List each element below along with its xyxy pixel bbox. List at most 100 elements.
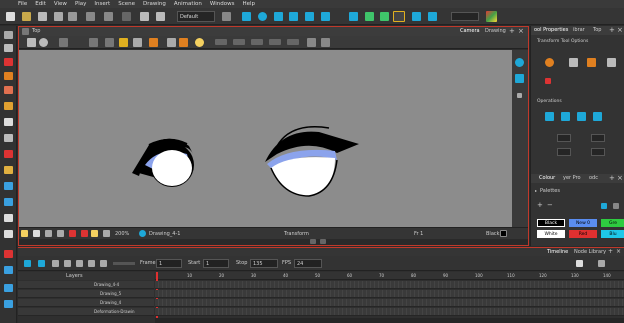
rotate-ccw-icon[interactable]	[593, 112, 602, 121]
dropper-tool-icon[interactable]	[4, 182, 13, 190]
swatch-new0[interactable]: New 0	[569, 219, 597, 227]
stop-field[interactable]: 135	[250, 259, 278, 268]
frame-ruler[interactable]: 10 20 30 40 50 60 70 80 90 100 110 120 1…	[155, 272, 624, 280]
onion-icon[interactable]	[33, 230, 40, 237]
tab-camera[interactable]: Camera	[460, 28, 480, 34]
start-field[interactable]: 1	[203, 259, 229, 268]
light-table-icon[interactable]	[428, 12, 437, 21]
reference-icon[interactable]	[105, 38, 114, 47]
hide-icon[interactable]	[133, 38, 142, 47]
layer-frames[interactable]	[155, 290, 624, 298]
layer-row[interactable]: Deformation-Drawin	[18, 308, 154, 316]
swatch-green[interactable]: Gre	[601, 219, 624, 227]
status-icon-5[interactable]	[69, 230, 76, 237]
menu-insert[interactable]: Insert	[94, 1, 110, 7]
status-icon-8[interactable]	[103, 230, 110, 237]
line-icon[interactable]	[167, 38, 176, 47]
node-tool-icon[interactable]	[380, 12, 389, 21]
layer-row[interactable]: Drawing_4	[18, 299, 154, 307]
redo-icon[interactable]	[104, 12, 113, 21]
eraser-tool-icon[interactable]	[4, 86, 13, 94]
menu-windows[interactable]: Windows	[210, 1, 235, 7]
first-frame-icon[interactable]	[52, 260, 59, 267]
frame-field[interactable]: 1	[156, 259, 182, 268]
rotate-view-icon[interactable]	[4, 250, 13, 258]
swatch-red[interactable]: Red	[569, 230, 597, 238]
close-panel-icon[interactable]: ×	[617, 26, 623, 34]
loop-icon[interactable]	[38, 260, 45, 267]
hierarchy-icon[interactable]	[365, 12, 374, 21]
swatch-black[interactable]: Black	[537, 219, 565, 227]
lock-icon[interactable]	[119, 38, 128, 47]
morph-tool-icon[interactable]	[4, 284, 13, 292]
fps-field[interactable]: 24	[294, 259, 322, 268]
close-timeline-panel-icon[interactable]: ×	[616, 248, 621, 255]
text-tool-icon[interactable]	[4, 118, 13, 126]
menu-animation[interactable]: Animation	[174, 1, 202, 7]
add-colour-icon[interactable]: +	[537, 201, 543, 209]
remove-colour-icon[interactable]: −	[547, 201, 553, 209]
sound-icon[interactable]	[100, 260, 107, 267]
view-menu-icon[interactable]	[22, 28, 29, 35]
pencil-tool-icon[interactable]	[4, 72, 13, 80]
canvas-area[interactable]	[19, 50, 512, 227]
skew-tool-icon[interactable]	[289, 12, 298, 21]
save-icon[interactable]	[38, 12, 47, 21]
colour-picker-icon[interactable]	[601, 203, 607, 209]
flip-h-icon[interactable]	[545, 112, 554, 121]
tab-colour[interactable]: Colour	[539, 175, 555, 181]
settings-icon[interactable]	[39, 38, 48, 47]
menu-edit[interactable]: Edit	[35, 1, 46, 7]
y-field[interactable]	[557, 148, 571, 156]
select-tool-icon[interactable]	[4, 31, 13, 39]
camera-view-icon[interactable]	[515, 58, 524, 67]
timeline-zoom-icon[interactable]	[598, 260, 605, 267]
timeline-menu-icon[interactable]	[576, 260, 583, 267]
shape4-icon[interactable]	[269, 39, 281, 45]
pivot-tool-icon[interactable]	[4, 198, 13, 206]
colour-menu-icon[interactable]	[613, 203, 619, 209]
layer-row[interactable]: Drawing_4-4	[18, 281, 154, 289]
light-icon[interactable]	[21, 230, 28, 237]
shape2-icon[interactable]	[233, 39, 245, 45]
view-scroll-bar[interactable]	[19, 239, 528, 245]
translate-tool-icon[interactable]	[242, 12, 251, 21]
paste-icon[interactable]	[156, 12, 165, 21]
prev-frame-icon[interactable]	[64, 260, 71, 267]
swatch-white[interactable]: White	[537, 230, 565, 238]
pencil-select-icon[interactable]	[607, 58, 616, 67]
new-file-icon[interactable]	[6, 12, 15, 21]
rotate-tool-icon[interactable]	[258, 12, 267, 21]
palettes-toggle[interactable]: ▸	[535, 188, 537, 193]
panel-expand-icon[interactable]	[517, 93, 522, 98]
speed-slider[interactable]	[113, 262, 135, 265]
tab-drawing[interactable]: Drawing	[485, 28, 506, 34]
x-field[interactable]	[557, 134, 571, 142]
export-icon[interactable]	[68, 12, 77, 21]
mesh-icon[interactable]	[89, 38, 98, 47]
freeform-icon[interactable]	[587, 58, 596, 67]
brush-tool-icon[interactable]	[4, 58, 13, 66]
close-colour-panel-icon[interactable]: ×	[617, 174, 623, 182]
snap-option-icon[interactable]	[545, 78, 551, 84]
magnet-icon[interactable]	[321, 38, 330, 47]
cutter-tool-icon[interactable]	[4, 134, 13, 142]
status-icon-6[interactable]	[81, 230, 88, 237]
shape1-icon[interactable]	[215, 39, 227, 45]
inverse-kinematics-icon[interactable]	[349, 12, 358, 21]
tab-library[interactable]: ibrar	[573, 27, 585, 33]
scroll-down-icon[interactable]	[320, 239, 326, 244]
layer-frames[interactable]	[155, 299, 624, 307]
pencil-edit-icon[interactable]	[149, 38, 158, 47]
rect-select-icon[interactable]	[569, 58, 578, 67]
tab-timeline[interactable]: Timeline	[547, 249, 568, 255]
add-layer-icon[interactable]	[27, 38, 36, 47]
menu-help[interactable]: Help	[242, 1, 255, 7]
onion-skin-icon[interactable]	[412, 12, 421, 21]
add-colour-panel-icon[interactable]: +	[609, 174, 615, 182]
brush-edit-icon[interactable]	[179, 38, 188, 47]
perspective-icon[interactable]	[515, 74, 524, 83]
tab-layer-properties[interactable]: yer Pro	[563, 175, 581, 181]
menu-file[interactable]: File	[18, 1, 27, 7]
cut-icon[interactable]	[122, 12, 131, 21]
